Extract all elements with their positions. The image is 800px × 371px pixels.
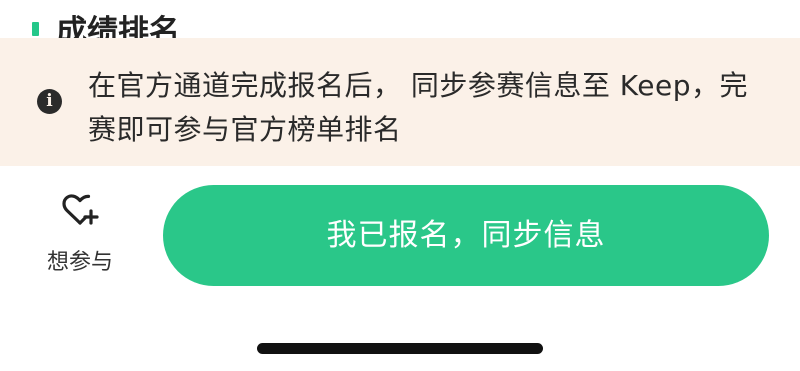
want-to-join-label: 想参与 <box>46 250 113 275</box>
heart-plus-icon <box>62 194 99 225</box>
home-indicator <box>257 343 543 354</box>
page: 成绩排名 i 在官方通道完成报名后， 同步参赛信息至 Keep，完赛即可参与官方… <box>0 0 800 371</box>
sync-registration-button[interactable]: 我已报名，同步信息 <box>163 185 769 286</box>
section-accent-bar <box>32 22 39 36</box>
notice-text: 在官方通道完成报名后， 同步参赛信息至 Keep，完赛即可参与官方榜单排名 <box>88 69 748 146</box>
info-icon: i <box>37 89 62 114</box>
want-to-join-button[interactable]: 想参与 <box>30 188 130 284</box>
